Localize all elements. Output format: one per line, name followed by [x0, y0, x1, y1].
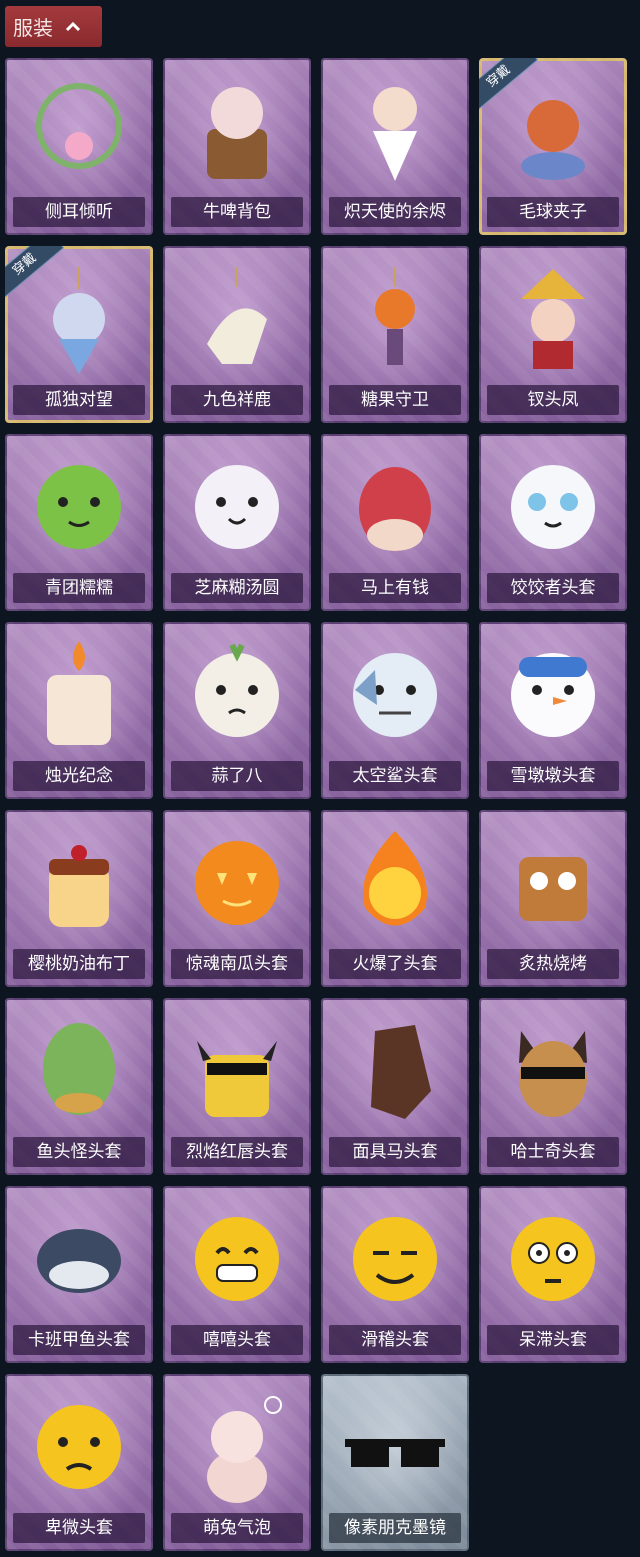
item-card[interactable]: 萌兔气泡 — [163, 1374, 311, 1551]
item-card[interactable]: 饺饺者头套 — [479, 434, 627, 611]
item-card[interactable]: 马上有钱 — [321, 434, 469, 611]
cow-barrel-icon — [163, 68, 311, 193]
item-name-label: 毛球夹子 — [487, 197, 619, 227]
item-card[interactable]: 惊魂南瓜头套 — [163, 810, 311, 987]
pumpkin-scarecrow-icon — [321, 256, 469, 381]
item-name-label: 蒜了八 — [171, 761, 303, 791]
chevron-up-icon — [65, 21, 81, 31]
item-name-label: 侧耳倾听 — [13, 197, 145, 227]
item-card[interactable]: 鱼头怪头套 — [5, 998, 153, 1175]
item-name-label: 青团糯糯 — [13, 573, 145, 603]
item-name-label: 嘻嘻头套 — [171, 1325, 303, 1355]
item-card[interactable]: 钗头凤 — [479, 246, 627, 423]
item-card[interactable]: 牛啤背包 — [163, 58, 311, 235]
grin-emoji-head-icon — [163, 1196, 311, 1321]
item-card[interactable]: 像素朋克墨镜 — [321, 1374, 469, 1551]
item-card[interactable]: 滑稽头套 — [321, 1186, 469, 1363]
shark-head-icon — [321, 632, 469, 757]
item-card[interactable]: 嘻嘻头套 — [163, 1186, 311, 1363]
category-tab-clothing[interactable]: 服装 — [5, 6, 102, 47]
flower-wreath-icon — [5, 68, 153, 193]
item-name-label: 九色祥鹿 — [171, 385, 303, 415]
bunny-bubble-icon — [163, 1384, 311, 1509]
garlic-head-icon — [163, 632, 311, 757]
item-card[interactable]: 烈焰红唇头套 — [163, 998, 311, 1175]
item-card[interactable]: 炙热烧烤 — [479, 810, 627, 987]
item-name-label: 炽天使的余烬 — [329, 197, 461, 227]
item-name-label: 哈士奇头套 — [487, 1137, 619, 1167]
item-card[interactable]: 烛光纪念 — [5, 622, 153, 799]
item-name-label: 雪墩墩头套 — [487, 761, 619, 791]
item-name-label: 惊魂南瓜头套 — [171, 949, 303, 979]
deer-charm-icon — [163, 256, 311, 381]
item-card[interactable]: 蒜了八 — [163, 622, 311, 799]
item-name-label: 鱼头怪头套 — [13, 1137, 145, 1167]
item-name-label: 像素朋克墨镜 — [329, 1513, 461, 1543]
pumpkin-head-icon — [163, 820, 311, 945]
item-card[interactable]: 呆滞头套 — [479, 1186, 627, 1363]
item-name-label: 马上有钱 — [329, 573, 461, 603]
item-name-label: 呆滞头套 — [487, 1325, 619, 1355]
item-name-label: 牛啤背包 — [171, 197, 303, 227]
item-name-label: 滑稽头套 — [329, 1325, 461, 1355]
item-name-label: 樱桃奶油布丁 — [13, 949, 145, 979]
pixel-sunglasses-icon — [321, 1384, 469, 1509]
category-tab-label: 服装 — [13, 16, 53, 40]
item-card[interactable]: 卡班甲鱼头套 — [5, 1186, 153, 1363]
green-dumpling-head-icon — [5, 444, 153, 569]
angel-doll-icon — [321, 68, 469, 193]
horse-mask-icon — [321, 1008, 469, 1133]
stunned-emoji-head-icon — [479, 1196, 627, 1321]
dumpling-head-icon — [479, 444, 627, 569]
item-card[interactable]: 糖果守卫 — [321, 246, 469, 423]
item-name-label: 饺饺者头套 — [487, 573, 619, 603]
item-card[interactable]: 樱桃奶油布丁 — [5, 810, 153, 987]
humble-emoji-head-icon — [5, 1384, 153, 1509]
yellow-mouse-head-icon — [163, 1008, 311, 1133]
item-name-label: 孤独对望 — [13, 385, 145, 415]
item-name-label: 卑微头套 — [13, 1513, 145, 1543]
red-horse-head-icon — [321, 444, 469, 569]
item-name-label: 卡班甲鱼头套 — [13, 1325, 145, 1355]
fire-head-icon — [321, 820, 469, 945]
item-name-label: 烛光纪念 — [13, 761, 145, 791]
husky-head-icon — [479, 1008, 627, 1133]
item-name-label: 面具马头套 — [329, 1137, 461, 1167]
item-name-label: 炙热烧烤 — [487, 949, 619, 979]
item-card[interactable]: 毛球夹子 穿戴 — [479, 58, 627, 235]
item-name-label: 太空鲨头套 — [329, 761, 461, 791]
bbq-head-icon — [479, 820, 627, 945]
item-card[interactable]: 九色祥鹿 — [163, 246, 311, 423]
item-card[interactable]: 面具马头套 — [321, 998, 469, 1175]
item-card[interactable]: 炽天使的余烬 — [321, 58, 469, 235]
item-name-label: 钗头凤 — [487, 385, 619, 415]
item-name-label: 糖果守卫 — [329, 385, 461, 415]
item-card[interactable]: 卑微头套 — [5, 1374, 153, 1551]
candle-head-icon — [5, 632, 153, 757]
item-card[interactable]: 芝麻糊汤圆 — [163, 434, 311, 611]
phoenix-crown-doll-icon — [479, 256, 627, 381]
item-card[interactable]: 雪墩墩头套 — [479, 622, 627, 799]
item-grid: 侧耳倾听 牛啤背包 炽天使的余烬 毛球夹子 穿戴孤独对望 穿戴 九色祥鹿 糖果守卫 钗头凤青团糯… — [5, 58, 627, 1551]
pudding-head-icon — [5, 820, 153, 945]
fish-monster-head-icon — [5, 1008, 153, 1133]
item-card[interactable]: 青团糯糯 — [5, 434, 153, 611]
smirk-emoji-head-icon — [321, 1196, 469, 1321]
item-name-label: 烈焰红唇头套 — [171, 1137, 303, 1167]
rice-ball-head-icon — [163, 444, 311, 569]
item-card[interactable]: 哈士奇头套 — [479, 998, 627, 1175]
item-name-label: 萌兔气泡 — [171, 1513, 303, 1543]
whale-head-icon — [5, 1196, 153, 1321]
item-card[interactable]: 太空鲨头套 — [321, 622, 469, 799]
snowman-head-icon — [479, 632, 627, 757]
item-name-label: 火爆了头套 — [329, 949, 461, 979]
item-card[interactable]: 火爆了头套 — [321, 810, 469, 987]
item-card[interactable]: 侧耳倾听 — [5, 58, 153, 235]
item-name-label: 芝麻糊汤圆 — [171, 573, 303, 603]
item-card[interactable]: 孤独对望 穿戴 — [5, 246, 153, 423]
